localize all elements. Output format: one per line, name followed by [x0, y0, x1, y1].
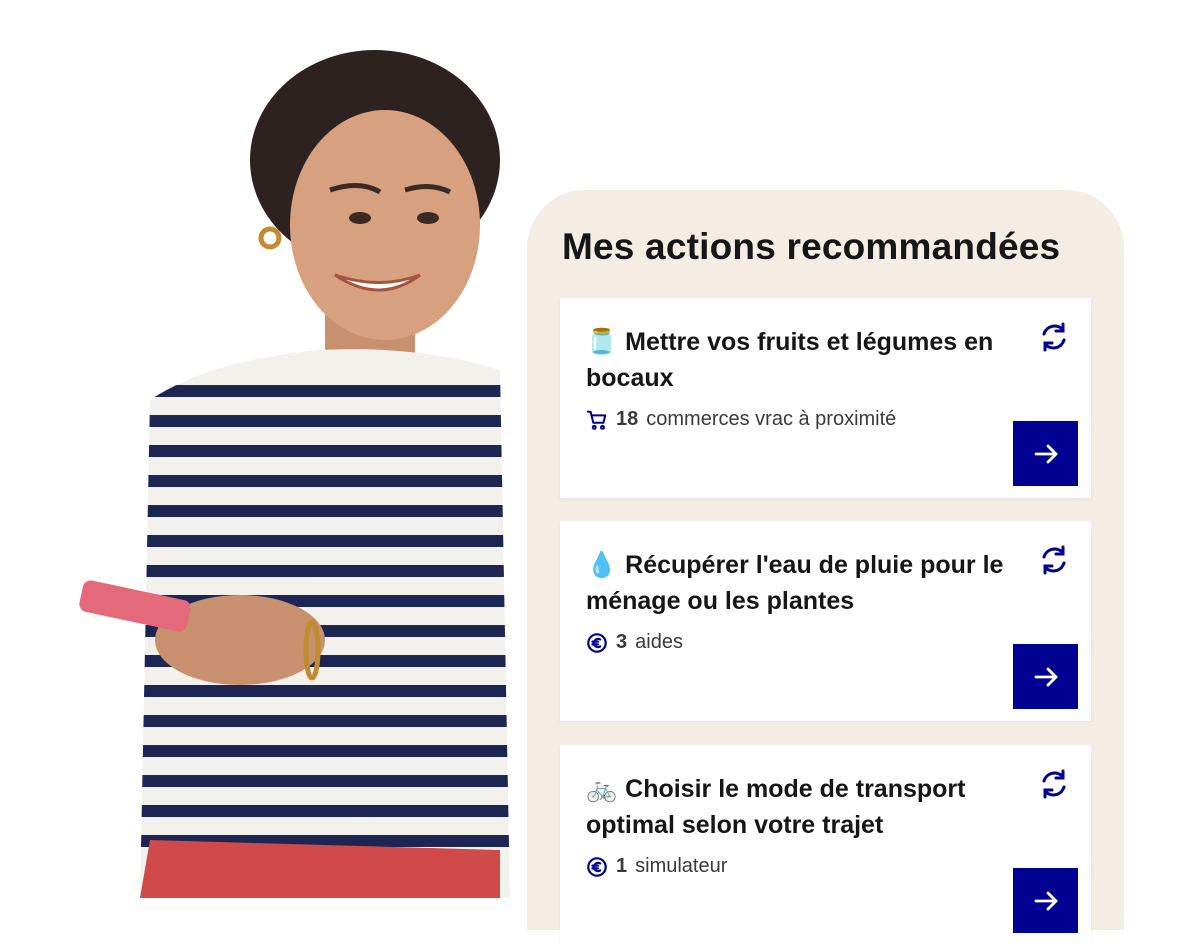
jar-icon: 🫙 [586, 328, 618, 356]
bicycle-icon: 🚲 [586, 775, 618, 803]
euro-icon [586, 856, 608, 878]
meta-count: 18 [616, 408, 639, 430]
open-action-button[interactable] [1013, 421, 1078, 486]
woman-with-phone-photo [60, 40, 530, 898]
arrow-right-icon [1034, 444, 1057, 463]
meta-text: aides [635, 631, 683, 653]
droplet-icon: 💧 [586, 551, 618, 579]
recommended-actions-panel: Mes actions recommandées 🫙 Mettre vos fru… [527, 190, 1124, 945]
refresh-icon[interactable] [1037, 767, 1071, 801]
meta-text: commerces vrac à proximité [646, 408, 897, 430]
action-card[interactable]: 🚲 Choisir le mode de transport optimal se… [560, 745, 1091, 945]
action-meta: 18 commerces vrac à proximité [586, 408, 896, 431]
arrow-right-icon [1034, 891, 1057, 910]
action-meta: 3 aides [586, 631, 683, 654]
action-card[interactable]: 🫙 Mettre vos fruits et légumes en bocaux … [560, 298, 1091, 498]
action-card-title: 🫙 Mettre vos fruits et légumes en bocaux [586, 328, 994, 392]
meta-count: 1 [616, 855, 628, 877]
refresh-icon[interactable] [1037, 320, 1071, 354]
arrow-right-icon [1034, 667, 1057, 686]
refresh-icon[interactable] [1037, 543, 1071, 577]
action-meta: 1 simulateur [586, 855, 727, 878]
open-action-button[interactable] [1013, 868, 1078, 933]
meta-text: simulateur [635, 855, 728, 877]
cart-icon [586, 409, 608, 431]
action-card[interactable]: 💧 Récupérer l'eau de pluie pour le ménage… [560, 521, 1091, 721]
meta-count: 3 [616, 631, 628, 653]
panel-title: Mes actions recommandées [562, 226, 1061, 267]
euro-icon [586, 632, 608, 654]
open-action-button[interactable] [1013, 644, 1078, 709]
action-card-title: 🚲 Choisir le mode de transport optimal se… [586, 775, 966, 839]
action-card-title: 💧 Récupérer l'eau de pluie pour le ménage… [586, 551, 1004, 615]
